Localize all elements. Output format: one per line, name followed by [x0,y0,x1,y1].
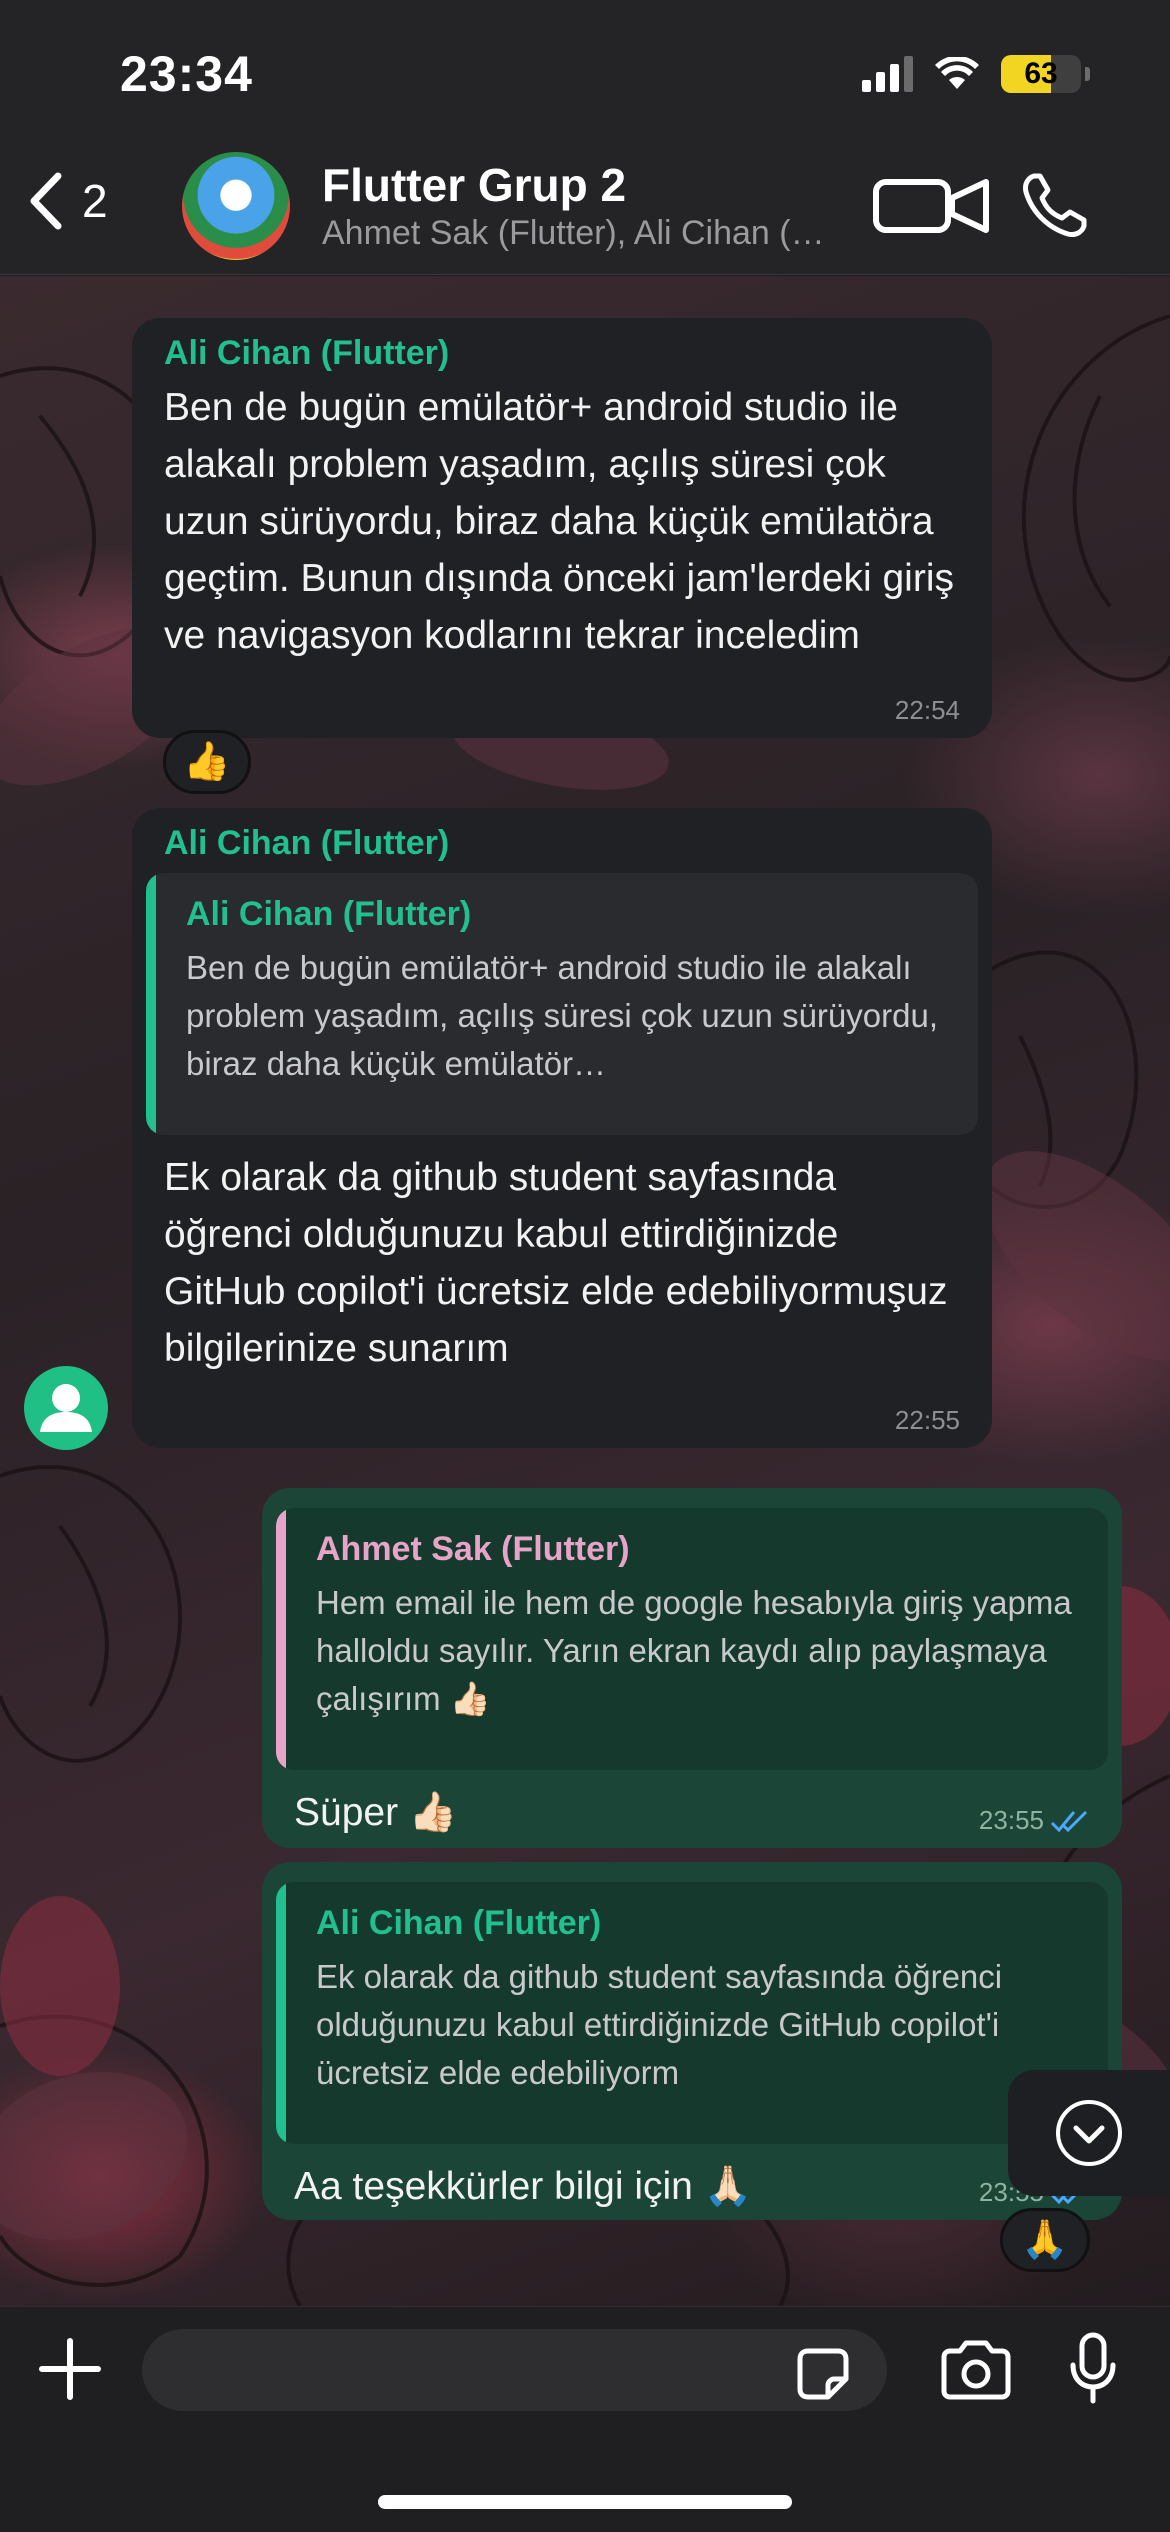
group-avatar[interactable] [182,152,290,260]
battery-icon: 63 [1001,55,1081,93]
message-sender[interactable]: Ali Cihan (Flutter) [164,824,960,863]
message-reaction[interactable]: 🙏 [1000,2208,1090,2272]
quoted-text: Hem email ile hem de google hesabıyla gi… [316,1584,1072,1717]
signal-icon [862,56,913,92]
home-indicator [378,2495,792,2509]
back-chevron-icon [30,172,62,230]
message-bubble-incoming[interactable]: Ali Cihan (Flutter) Ben de bugün emülatö… [132,318,992,738]
message-text: Ek olarak da github student sayfasında ö… [164,1156,948,1370]
message-bubble-outgoing[interactable]: Ali Cihan (Flutter) Ek olarak da github … [262,1862,1122,2220]
battery-tip [1085,67,1090,81]
battery-percent: 63 [1024,57,1058,90]
message-time: 22:54 [894,695,960,725]
status-icons: 63 [862,55,1090,93]
sticker-icon[interactable] [794,2345,852,2403]
quoted-sender: Ahmet Sak (Flutter) [316,1530,630,1568]
video-call-icon[interactable] [872,176,994,236]
quoted-message[interactable]: Ali Cihan (Flutter) Ben de bugün emülatö… [146,873,978,1135]
message-composer [0,2306,1170,2532]
message-text: Süper 👍🏻 [294,1791,458,1834]
unread-count: 2 [82,175,108,227]
microphone-icon[interactable] [1068,2331,1118,2407]
back-button[interactable]: 2 [24,170,108,232]
message-bubble-outgoing[interactable]: Ahmet Sak (Flutter) Hem email ile hem de… [262,1488,1122,1848]
message-input[interactable] [142,2329,887,2411]
status-time: 23:34 [120,46,253,102]
quoted-message[interactable]: Ahmet Sak (Flutter) Hem email ile hem de… [276,1508,1108,1770]
message-time: 22:55 [894,1405,960,1435]
message-text: Aa teşekkürler bilgi için 🙏🏻 [294,2165,753,2208]
camera-icon[interactable] [938,2339,1014,2401]
wifi-icon [935,57,979,89]
quoted-text: Ek olarak da github student sayfasında ö… [316,1958,1003,2091]
message-bubble-incoming[interactable]: Ali Cihan (Flutter) Ali Cihan (Flutter) … [132,808,992,1448]
quoted-sender: Ali Cihan (Flutter) [316,1904,602,1942]
plus-icon[interactable] [38,2337,102,2401]
chat-header: 23:34 63 2 Flutter Grup 2 Ahmet Sak (Flu… [0,0,1170,275]
chevron-down-icon [1056,2100,1122,2166]
quoted-message[interactable]: Ali Cihan (Flutter) Ek olarak da github … [276,1882,1108,2144]
phone-icon[interactable] [1020,170,1090,240]
sender-avatar[interactable] [24,1366,108,1450]
scroll-to-bottom-button[interactable] [1008,2070,1170,2196]
quoted-sender: Ali Cihan (Flutter) [186,895,472,933]
quoted-text: Ben de bugün emülatör+ android studio il… [186,949,938,1082]
chat-members[interactable]: Ahmet Sak (Flutter), Ali Cihan (Flutter) [322,214,832,253]
message-time: 23:55 [978,1805,1044,1835]
message-sender[interactable]: Ali Cihan (Flutter) [164,334,960,373]
message-text: Ben de bugün emülatör+ android studio il… [164,386,954,657]
user-icon [40,1384,92,1432]
read-receipt-icon [1050,1810,1088,1832]
message-meta: 23:55 [979,1805,1090,1836]
chat-title[interactable]: Flutter Grup 2 [322,158,626,212]
message-reaction[interactable]: 👍 [163,730,251,794]
